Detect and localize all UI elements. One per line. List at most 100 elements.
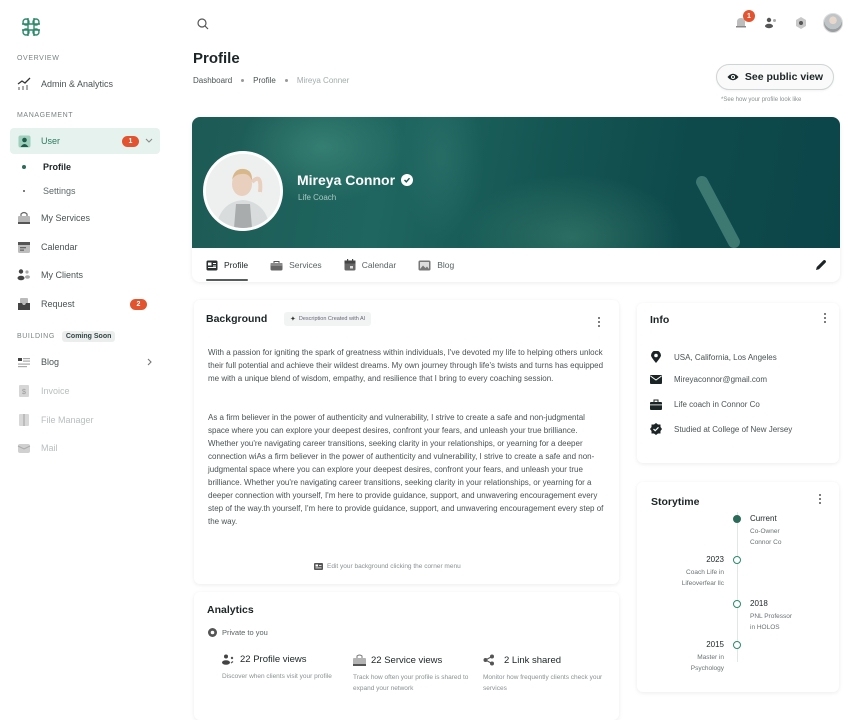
tab-label: Profile	[224, 260, 249, 270]
sidebar-item-label: My Clients	[41, 270, 84, 280]
sidebar-item-my-services[interactable]: My Services	[10, 205, 160, 231]
timeline-dot	[733, 556, 741, 564]
coming-soon-badge: Coming Soon	[61, 331, 116, 342]
timeline-year: 2023	[706, 555, 724, 564]
info-location: USA, California, Los Angeles	[650, 351, 777, 363]
user-badge: 1	[122, 136, 139, 147]
tab-blog[interactable]: Blog	[418, 248, 454, 282]
stat-label: 22 Service views	[371, 654, 443, 666]
info-card: Info USA, California, Los Angeles Mireya…	[637, 303, 839, 463]
info-education-text: Studied at College of New Jersey	[674, 424, 793, 434]
sidebar-item-label: Calendar	[41, 242, 78, 252]
stat-desc: Track how often your profile is shared t…	[353, 674, 469, 692]
chevron-right-icon[interactable]	[144, 357, 154, 369]
public-view-label: See public view	[744, 71, 824, 83]
sidebar-item-label: File Manager	[41, 415, 94, 425]
sidebar-item-label: Request	[41, 299, 75, 309]
tab-calendar[interactable]: Calendar	[344, 248, 397, 282]
sidebar-item-blog[interactable]: Blog	[10, 349, 160, 375]
tab-services[interactable]: Services	[270, 248, 322, 282]
public-view-hint: *See how your profile look like	[721, 97, 802, 103]
sidebar-item-user[interactable]: User 1	[10, 128, 160, 154]
tab-label: Blog	[437, 260, 455, 270]
stat-desc: Discover when clients visit your profile	[222, 673, 332, 680]
section-label-text: BUILDING	[17, 333, 55, 340]
info-title: Info	[650, 314, 670, 326]
sidebar-item-admin-analytics[interactable]: Admin & Analytics	[10, 71, 160, 97]
edit-profile-pencil-icon[interactable]	[814, 258, 828, 272]
sidebar-item-label: Profile	[43, 162, 72, 172]
timeline-dot	[733, 641, 741, 649]
timeline-desc: Co-Owner Connor Co	[750, 526, 781, 548]
sidebar-item-invoice[interactable]: $ Invoice	[10, 378, 160, 404]
search-icon[interactable]	[196, 17, 210, 31]
blog-icon	[17, 355, 31, 369]
timeline-dot-current	[733, 515, 741, 523]
cover-image	[192, 117, 840, 251]
background-card: Background ✦ Description Created with AI…	[194, 300, 619, 584]
breadcrumb-profile[interactable]: Profile	[253, 76, 276, 85]
info-email: Mireyaconnor@gmail.com	[650, 375, 767, 384]
sidebar-item-label: Blog	[41, 357, 60, 367]
profile-card-icon	[206, 260, 218, 271]
info-menu-kebab-icon[interactable]	[821, 312, 829, 324]
see-public-view-button[interactable]: See public view	[716, 64, 834, 90]
tab-label: Calendar	[361, 260, 397, 270]
sidebar-item-request[interactable]: Request 2	[10, 291, 160, 317]
background-title: Background	[206, 313, 268, 325]
stat-service-views: 22 Service views Track how often your pr…	[353, 654, 483, 694]
profile-name: Mireya Connor	[297, 172, 414, 188]
sidebar-item-file-manager[interactable]: File Manager	[10, 407, 160, 433]
user-avatar[interactable]	[823, 13, 843, 33]
info-location-text: USA, California, Los Angeles	[674, 352, 777, 362]
breadcrumb-separator	[284, 79, 288, 82]
invoice-icon: $	[17, 384, 31, 398]
timeline-year: Current	[750, 514, 777, 523]
settings-button[interactable]	[793, 15, 809, 31]
location-pin-icon	[650, 351, 662, 363]
info-email-text[interactable]: Mireyaconnor@gmail.com	[674, 375, 767, 384]
timeline-desc-line: in HOLOS	[750, 624, 780, 631]
notification-badge: 1	[743, 10, 755, 22]
sidebar-item-label: User	[41, 136, 61, 146]
privacy-text: Private to you	[222, 628, 268, 637]
user-icon	[17, 134, 31, 148]
ai-description-chip: ✦ Description Created with AI	[284, 312, 372, 326]
sidebar-item-my-clients[interactable]: My Clients	[10, 262, 160, 288]
timeline-line	[737, 512, 738, 662]
breadcrumb-dashboard[interactable]: Dashboard	[193, 76, 232, 85]
background-paragraph-1: With a passion for igniting the spark of…	[208, 348, 604, 383]
timeline-year: 2015	[706, 640, 724, 649]
verified-badge-icon	[401, 174, 414, 186]
sidebar-item-mail[interactable]: Mail	[10, 435, 160, 461]
storytime-menu-kebab-icon[interactable]	[816, 493, 824, 505]
app-logo-icon[interactable]	[20, 16, 42, 38]
sidebar-item-calendar[interactable]: Calendar	[10, 234, 160, 260]
share-icon	[483, 654, 495, 666]
storytime-card: Storytime Current Co-Owner Connor Co 202…	[637, 482, 839, 692]
sidebar-item-label: Mail	[41, 443, 58, 453]
notifications-button[interactable]: 1	[733, 10, 755, 31]
background-paragraph-2: As a firm believer in the power of authe…	[208, 413, 604, 526]
background-edit-hint: Edit your background clicking the corner…	[314, 563, 461, 570]
analytics-title: Analytics	[207, 604, 254, 616]
section-label-overview: OVERVIEW	[17, 55, 60, 62]
page-title: Profile	[193, 50, 240, 67]
contacts-button[interactable]	[763, 15, 779, 31]
privacy-note: Private to you	[208, 628, 268, 637]
eye-icon	[727, 71, 739, 83]
profile-avatar[interactable]	[203, 151, 283, 231]
mail-icon	[650, 375, 662, 384]
eye-icon	[208, 628, 217, 637]
section-label-management: MANAGEMENT	[17, 112, 74, 119]
breadcrumb-separator	[241, 79, 245, 82]
cover-decoration	[693, 173, 743, 251]
tab-profile[interactable]: Profile	[206, 248, 249, 282]
breadcrumb-current: Mireya Conner	[296, 76, 350, 85]
chevron-down-icon[interactable]	[144, 135, 154, 147]
sidebar-subitem-settings[interactable]: Settings	[17, 186, 76, 196]
sidebar-subitem-profile[interactable]: Profile	[17, 162, 71, 172]
background-menu-kebab-icon[interactable]	[595, 316, 603, 328]
clients-icon	[17, 268, 31, 282]
timeline-desc-line: Master in	[697, 654, 724, 661]
